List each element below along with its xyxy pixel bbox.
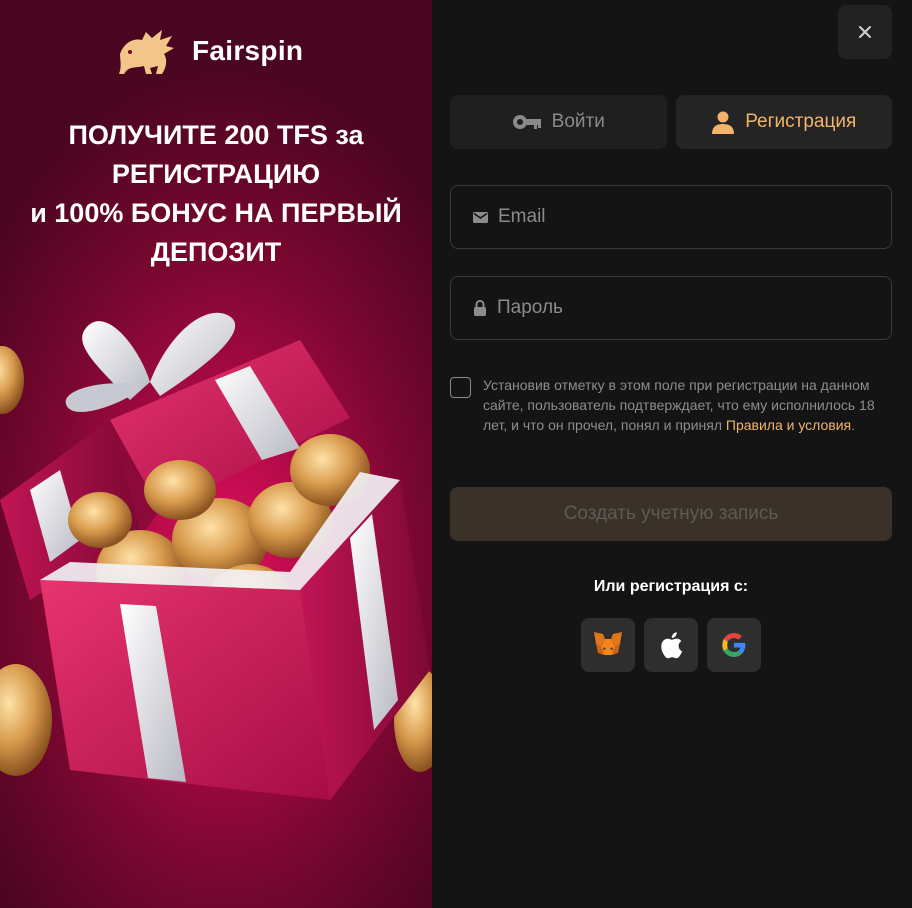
metamask-button[interactable]	[581, 618, 635, 672]
lock-icon	[474, 300, 486, 316]
close-icon	[859, 26, 871, 38]
apple-icon	[661, 632, 683, 659]
consent-text: Установив отметку в этом поле при регист…	[483, 375, 892, 435]
promo-headline: ПОЛУЧИТЕ 200 TFS за РЕГИСТРАЦИЮ и 100% Б…	[0, 116, 432, 272]
consent-checkbox[interactable]	[450, 377, 471, 398]
terms-link[interactable]: Правила и условия	[726, 417, 851, 433]
headline-line: РЕГИСТРАЦИЮ	[111, 159, 321, 189]
email-field[interactable]	[450, 185, 892, 249]
tab-login[interactable]: Войти	[450, 95, 667, 149]
social-signup-title: Или регистрация с:	[593, 578, 749, 595]
google-icon	[722, 633, 746, 657]
key-icon	[512, 115, 541, 129]
headline-line: ДЕПОЗИТ	[150, 237, 282, 267]
lion-logo-icon	[119, 30, 174, 74]
registration-panel: Войти Регистрация Установив отметку в эт…	[432, 0, 912, 908]
user-icon	[712, 111, 735, 134]
promo-panel: Fairspin ПОЛУЧИТЕ 200 TFS за РЕГИСТРАЦИЮ…	[0, 0, 432, 908]
password-field[interactable]	[450, 276, 892, 340]
headline-line: и 100% БОНУС НА ПЕРВЫЙ	[30, 198, 402, 228]
close-button[interactable]	[838, 5, 892, 59]
gift-box-illustration	[0, 312, 432, 800]
age-consent: Установив отметку в этом поле при регист…	[450, 375, 892, 435]
brand-logo: Fairspin	[116, 24, 303, 78]
create-account-button[interactable]: Создать учетную запись	[450, 487, 892, 541]
consent-suffix: .	[851, 417, 856, 433]
metamask-fox-icon	[594, 632, 622, 658]
mail-icon	[473, 211, 488, 223]
email-input[interactable]	[498, 206, 878, 228]
tab-login-label: Войти	[551, 111, 605, 132]
tab-registration[interactable]: Регистрация	[675, 95, 892, 149]
apple-button[interactable]	[644, 618, 698, 672]
social-buttons	[581, 618, 761, 672]
auth-tabs: Войти Регистрация	[450, 95, 892, 149]
google-button[interactable]	[707, 618, 761, 672]
headline-line: ПОЛУЧИТЕ 200 TFS за	[68, 120, 364, 150]
brand-name: Fairspin	[192, 35, 304, 66]
password-input[interactable]	[497, 297, 877, 319]
tab-registration-label: Регистрация	[745, 111, 857, 132]
